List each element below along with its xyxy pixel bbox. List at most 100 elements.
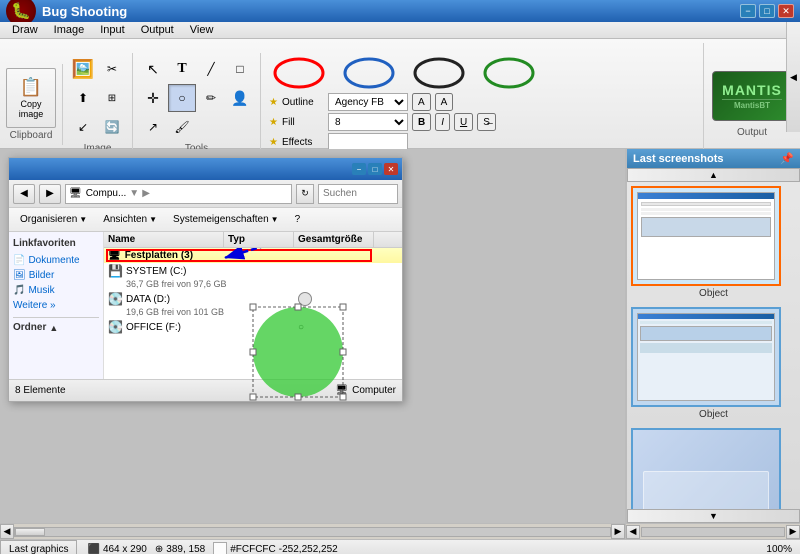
color-swatch [213,542,227,554]
menu-draw[interactable]: Draw [4,22,46,38]
file-item-office-f[interactable]: 💽 OFFICE (F:) ○ [104,319,402,335]
fb-link-images[interactable]: 🖼 Bilder [13,268,99,283]
fb-refresh[interactable]: ↻ [296,184,314,204]
system-c-sub: 36,7 GB frei von 97,6 GB [104,279,402,291]
right-h-scroll: ◀ ▶ [625,524,800,540]
fb-properties[interactable]: Systemeigenschaften ▼ [168,211,284,228]
output-label: Output [737,127,767,138]
scroll-right-btn[interactable]: ▶ [611,524,625,539]
canvas-area[interactable]: − □ ✕ ◀ ▶ 🖥 Compu... ▼ ▶ ↻ [0,149,625,523]
tool-arrow[interactable]: ↖ [139,55,167,83]
image-tool-5[interactable]: ↙ [69,113,97,141]
fb-search[interactable] [318,184,398,204]
fb-help[interactable]: ? [290,211,306,228]
coordinates-item: ⊕ 389, 158 [155,544,205,554]
tool-arrow2[interactable]: ↗ [139,113,167,141]
image-tool-3[interactable]: ⬆ [69,84,97,112]
fb-views[interactable]: Ansichten ▼ [98,211,162,228]
italic-btn[interactable]: I [435,113,450,131]
fb-forward[interactable]: ▶ [39,184,61,204]
output-collapse-btn[interactable]: ◀ [786,22,800,132]
close-button[interactable]: ✕ [778,4,794,18]
title-bar: 🐛 Bug Shooting − □ ✕ [0,0,800,22]
rp-scroll-left[interactable]: ◀ [626,525,640,539]
screenshot-item-3[interactable]: Area [631,428,796,509]
oval-blue[interactable] [339,53,399,93]
screenshot-thumb-2[interactable] [631,307,781,407]
fb-folders-label[interactable]: Ordner ▲ [13,322,99,333]
col-type[interactable]: Typ [224,232,294,247]
dimensions-value: 464 x 290 [103,544,147,554]
col-size[interactable]: Gesamtgröße [294,232,374,247]
screenshot-item-2[interactable]: Object [631,307,796,420]
image-tool-4[interactable]: ⊞ [98,84,126,112]
image-section: 🖼️ ✂ ⬆ ⊞ ↙ 🔄 Image [63,53,133,156]
screenshot-thumb-3[interactable] [631,428,781,509]
right-panel-scroll-down[interactable]: ▼ [627,509,800,523]
rp-scroll-right[interactable]: ▶ [786,525,800,539]
mantis-logo[interactable]: MANTIS MantisBT [712,71,792,121]
h-scroll-track[interactable] [14,527,611,537]
last-graphics-label: Last graphics [9,544,68,554]
tool-line[interactable]: ╱ [197,55,225,83]
rp-scroll-track[interactable] [641,527,785,537]
outline-dropdown[interactable]: Agency FB [328,93,408,111]
coordinates-value: 389, 158 [166,544,205,554]
tools-section: ↖ T ╱ □ ✛ ○ ✏ 👤 ↗ 🖌 Tools [133,53,261,156]
fb-minimize[interactable]: − [352,163,366,175]
tool-circle[interactable]: ○ [168,84,196,112]
col-scroll[interactable] [374,232,390,247]
tool-pen[interactable]: ✏ [197,84,225,112]
tool-pointer[interactable]: ✛ [139,84,167,112]
fb-close[interactable]: ✕ [384,163,398,175]
oval-red[interactable] [269,53,329,93]
image-tool-2[interactable]: ✂ [98,55,126,83]
status-info: ⬛ 464 x 290 ⊕ 389, 158 #FCFCFC -252,252,… [79,542,345,554]
maximize-button[interactable]: □ [759,4,775,18]
underline-btn[interactable]: U [454,113,473,131]
image-tool-6[interactable]: 🔄 [98,113,126,141]
scroll-left-btn[interactable]: ◀ [0,524,14,539]
oval-green[interactable] [479,53,539,93]
h-scroll-thumb[interactable] [15,528,45,536]
menu-input[interactable]: Input [92,22,132,38]
color-item: #FCFCFC -252,252,252 [213,542,338,554]
fb-sidebar: Linkfavoriten 📄 Dokumente 🖼 Bilder 🎵 Mus… [9,232,104,379]
font-size-btn[interactable]: A [435,93,454,111]
tool-brush[interactable]: 🖌 [168,113,196,141]
status-bar: Last graphics ⬛ 464 x 290 ⊕ 389, 158 #FC… [0,539,800,554]
fb-link-music[interactable]: 🎵 Musik [13,283,99,298]
fb-link-more[interactable]: Weitere » [13,298,99,313]
toolbar: 📋 Copyimage Clipboard 🖼️ ✂ ⬆ ⊞ ↙ 🔄 Image… [0,39,800,149]
font-btn[interactable]: A [412,93,431,111]
menu-output[interactable]: Output [133,22,182,38]
fb-link-docs[interactable]: 📄 Dokumente [13,253,99,268]
screenshot-thumb-1[interactable] [631,186,781,286]
col-name[interactable]: Name [104,232,224,247]
screenshot-item-1[interactable]: Object [631,186,796,299]
copy-image-button[interactable]: 📋 Copyimage [6,68,56,128]
strikethrough-btn[interactable]: S̶ [477,113,496,131]
file-item-data-d[interactable]: 💽 DATA (D:) [104,291,402,307]
fb-computer-btn[interactable]: 🖥 Computer [335,385,396,396]
tool-text[interactable]: T [168,55,196,83]
right-panel-pin[interactable]: 📌 [780,152,794,165]
clipboard-label: Clipboard [10,130,53,141]
tool-rect[interactable]: □ [226,55,254,83]
minimize-button[interactable]: − [740,4,756,18]
right-panel-scroll-up[interactable]: ▲ [627,168,800,182]
fill-color[interactable]: 8 [328,113,408,131]
dimensions-item: ⬛ 464 x 290 [87,544,146,554]
oval-black[interactable] [409,53,469,93]
menu-view[interactable]: View [182,22,222,38]
bold-btn[interactable]: B [412,113,431,131]
fb-nav: ◀ ▶ 🖥 Compu... ▼ ▶ ↻ [9,180,402,208]
menu-image[interactable]: Image [46,22,93,38]
image-tool-1[interactable]: 🖼️ [69,55,97,83]
fb-back[interactable]: ◀ [13,184,35,204]
last-graphics-tab[interactable]: Last graphics [0,540,77,554]
fb-organize[interactable]: Organisieren ▼ [15,211,92,228]
annotation-arrow [204,248,304,273]
fb-maximize[interactable]: □ [368,163,382,175]
tool-stamp[interactable]: 👤 [226,84,254,112]
